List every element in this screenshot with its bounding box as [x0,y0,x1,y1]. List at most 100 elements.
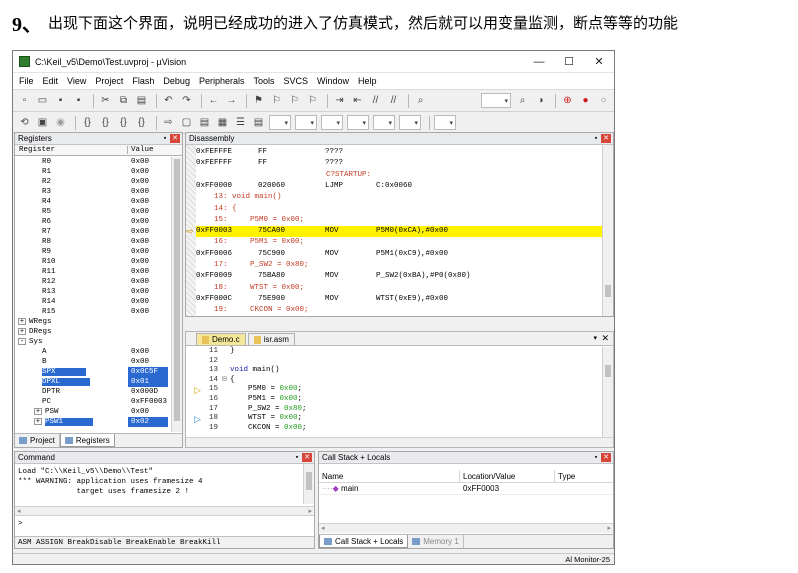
trace-window-dropdown[interactable]: ▾ [373,115,395,130]
register-value[interactable]: 0x00 [128,357,168,367]
step-over-icon[interactable]: {} [98,115,113,130]
analysis-window-dropdown[interactable]: ▾ [347,115,369,130]
step-out-icon[interactable]: {} [116,115,131,130]
register-row[interactable]: R2 0x00 [15,177,171,187]
expand-icon[interactable]: + [34,418,42,426]
command-prompt[interactable]: > [18,520,23,528]
tab-list-dropdown-icon[interactable]: ▾ [593,334,597,342]
memory-window-dropdown[interactable]: ▾ [295,115,317,130]
menu-window[interactable]: Window [317,76,349,86]
toolbox-dropdown[interactable]: ▾ [434,115,456,130]
register-value[interactable]: 0x00 [128,237,168,247]
breakpoint-disable-icon[interactable]: ○ [596,93,611,108]
find-in-files-icon[interactable]: ⌕ [413,93,428,108]
tab-memory-1[interactable]: Memory 1 [408,535,464,548]
bookmark-prev-icon[interactable]: ⚐ [269,93,284,108]
register-value[interactable]: 0x00 [128,157,168,167]
bookmark-icon[interactable]: ⚑ [251,93,266,108]
tab-registers[interactable]: Registers [59,434,115,447]
run-icon[interactable]: ▣ [35,115,50,130]
menu-file[interactable]: File [19,76,34,86]
menu-edit[interactable]: Edit [43,76,59,86]
asm-line[interactable]: 0xFF0009 75BA80 MOV P_SW2(0xBA),#P0(0x80) [196,271,602,282]
register-row[interactable]: R14 0x00 [15,297,171,307]
register-value[interactable]: 0x00 [128,277,168,287]
register-value[interactable]: 0xFF0003 [128,397,168,407]
register-value[interactable]: 0x00 [128,407,168,417]
menu-svcs[interactable]: SVCS [284,76,309,86]
register-row[interactable]: R15 0x00 [15,307,171,317]
register-row[interactable]: R13 0x00 [15,287,171,297]
register-value[interactable] [128,327,168,337]
register-row[interactable]: + PSW 0x00 [15,407,171,417]
register-value[interactable]: 0x00 [128,197,168,207]
location-column-header[interactable]: Location/Value [460,470,555,482]
fold-marker[interactable]: ⊟ [222,376,230,386]
disassembly-scrollbar[interactable] [602,145,613,316]
value-column-header[interactable]: Value [128,146,168,154]
menu-flash[interactable]: Flash [132,76,154,86]
register-row[interactable]: + PSW1 0x02 [15,417,171,427]
paste-icon[interactable]: ▤ [134,93,149,108]
register-row[interactable]: DPTR 0x000D [15,387,171,397]
close-pane-icon[interactable]: ✕ [601,134,611,143]
register-row[interactable]: B 0x00 [15,357,171,367]
indent-icon[interactable]: ⇥ [332,93,347,108]
call-stack-window-icon[interactable]: ▤ [251,115,266,130]
register-value[interactable]: 0x0C5F [128,367,168,377]
breakpoint-icon[interactable]: ● [578,93,593,108]
expand-icon[interactable]: + [18,318,26,326]
save-all-icon[interactable]: ▪ [71,93,86,108]
tab-project[interactable]: Project [15,434,60,447]
register-row[interactable]: R4 0x00 [15,197,171,207]
register-value[interactable]: 0x00 [128,167,168,177]
command-hscrollbar[interactable]: ◂ ▸ [15,506,314,516]
editor-scrollbar[interactable] [602,347,613,437]
code-line[interactable]: 19 CKCON = 0x00; [186,424,602,434]
register-row[interactable]: R11 0x00 [15,267,171,277]
system-viewer-dropdown[interactable]: ▾ [399,115,421,130]
copy-icon[interactable]: ⧉ [116,93,131,108]
register-row[interactable]: R5 0x00 [15,207,171,217]
register-row[interactable]: A 0x00 [15,347,171,357]
code-line[interactable]: 18 WTST = 0x00; [186,414,602,424]
type-column-header[interactable]: Type [555,470,613,482]
register-value[interactable]: 0x00 [128,347,168,357]
incremental-find-icon[interactable]: ◑ [533,93,548,108]
code-line[interactable]: 13 void main() [186,366,602,376]
register-row[interactable]: R9 0x00 [15,247,171,257]
menu-project[interactable]: Project [95,76,123,86]
menu-tools[interactable]: Tools [253,76,274,86]
close-pane-icon[interactable]: ✕ [601,453,611,462]
code-line[interactable]: 16 P5M1 = 0x00; [186,395,602,405]
bookmark-next-icon[interactable]: ⚐ [287,93,302,108]
register-value[interactable]: 0x000D [128,387,168,397]
asm-label[interactable]: C?STARTUP: [196,170,602,181]
new-file-icon[interactable]: ▫ [17,93,32,108]
show-next-statement-icon[interactable]: ⇨ [161,115,176,130]
command-scrollbar[interactable] [303,464,314,504]
source-line[interactable]: 18: WTST = 0x00; [196,283,602,294]
asm-line[interactable]: 0xFF0003 75CA00 MOV P5M0(0xCA),#0x00 [196,226,602,238]
symbols-window-icon[interactable]: ▦ [215,115,230,130]
uncomment-icon[interactable]: // [386,93,401,108]
tab-isr-asm[interactable]: isr.asm [247,333,295,345]
source-line[interactable]: 19: CKCON = 0x00; [196,305,602,316]
source-line[interactable]: 13: void main() [196,192,602,203]
register-row[interactable]: R1 0x00 [15,167,171,177]
register-row[interactable]: DPXL 0x01 [15,377,171,387]
register-row[interactable]: R3 0x00 [15,187,171,197]
register-value[interactable]: 0x00 [128,297,168,307]
source-editor[interactable]: 11} 12 13 void main() 14 ⊟{15 P5M0 = 0x00; ▷ 16… [186,347,613,437]
close-button[interactable]: ✕ [584,55,614,68]
callstack-hscrollbar[interactable]: ◂ ▸ [319,523,613,533]
nav-back-icon[interactable]: ← [206,93,221,108]
register-value[interactable]: 0x02 [128,417,168,427]
register-value[interactable]: 0x00 [128,207,168,217]
find-icon[interactable]: ⌕ [515,93,530,108]
register-value[interactable] [128,317,168,327]
find-combo[interactable]: ▾ [481,93,511,108]
serial-window-dropdown[interactable]: ▾ [321,115,343,130]
stop-icon[interactable]: ◉ [53,115,68,130]
step-into-icon[interactable]: {} [80,115,95,130]
